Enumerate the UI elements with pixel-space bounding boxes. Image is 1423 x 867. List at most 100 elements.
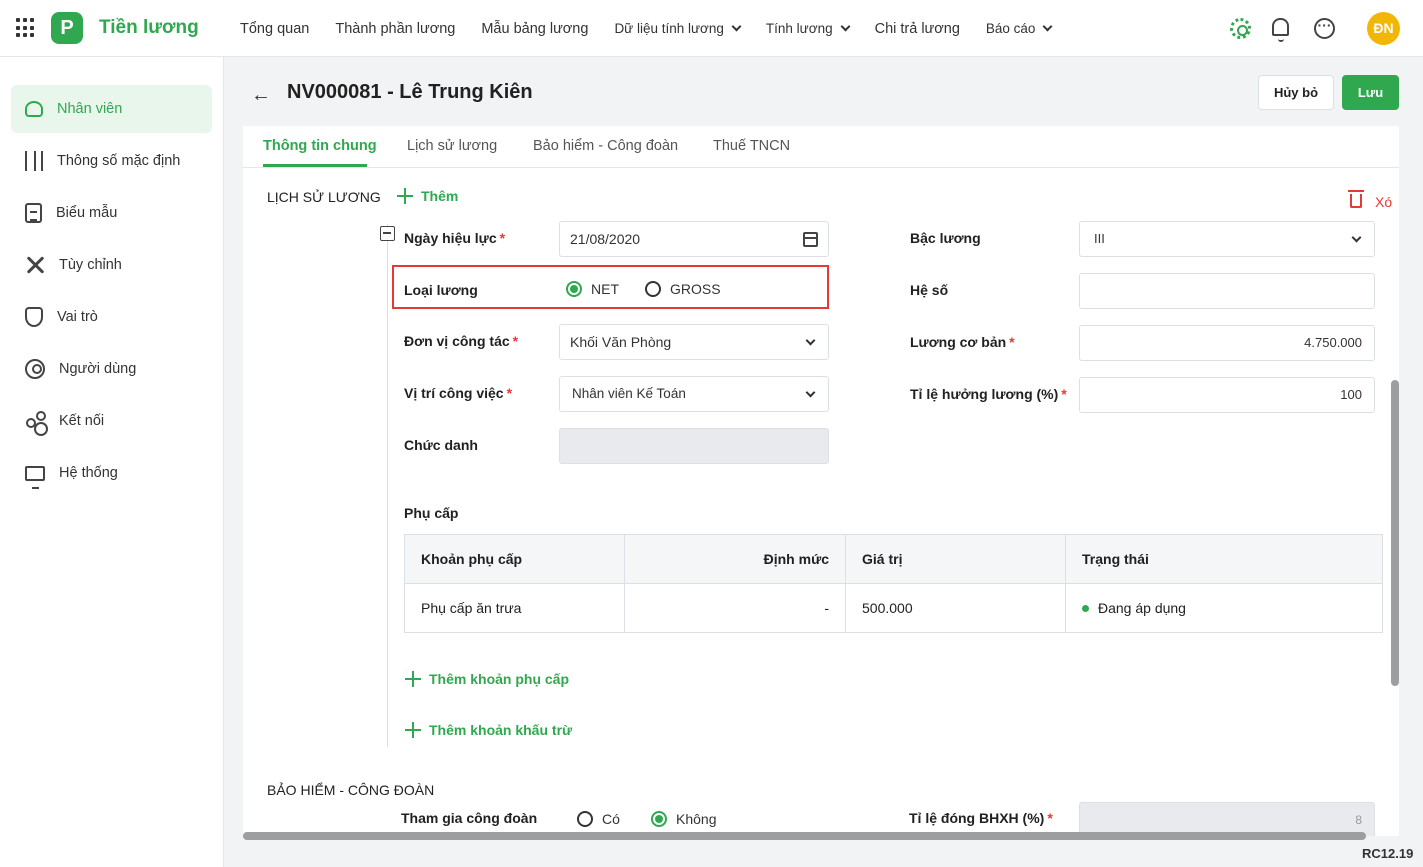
trash-icon[interactable] (1348, 190, 1364, 208)
sidebar: Nhân viên Thông số mặc định Biểu mẫu Tùy… (0, 57, 224, 867)
base-salary-input[interactable]: 4.750.000 (1079, 325, 1375, 361)
salary-history-section-title: LỊCH SỬ LƯƠNG (267, 189, 381, 205)
nav-reports[interactable]: Báo cáo (986, 21, 1053, 36)
user-avatar[interactable]: ĐN (1367, 12, 1400, 45)
tab-bar: Thông tin chung Lịch sử lương Bảo hiểm -… (243, 126, 1399, 168)
work-unit-select[interactable]: Khối Văn Phòng (559, 324, 829, 360)
chevron-down-icon (805, 387, 816, 398)
chevron-down-icon (1351, 232, 1362, 243)
add-allowance-button[interactable]: Thêm khoản phụ cấp (405, 671, 569, 687)
notification-bell-icon[interactable] (1272, 18, 1289, 42)
tab-insurance-union[interactable]: Bảo hiểm - Công đoàn (533, 138, 678, 154)
base-salary-label: Lương cơ bản * (910, 334, 1015, 350)
app-grid-icon[interactable] (16, 18, 36, 38)
radio-unchecked-icon (577, 811, 593, 827)
tab-salary-history[interactable]: Lịch sử lương (407, 138, 497, 154)
salary-grade-select[interactable]: III (1079, 221, 1375, 257)
tab-general-info[interactable]: Thông tin chung (263, 138, 377, 154)
sidebar-item-system[interactable]: Hệ thống (11, 449, 212, 497)
salary-grade-label: Bậc lương (910, 230, 981, 246)
chevron-down-icon (1043, 21, 1053, 32)
allowance-value-cell: 500.000 (845, 583, 1066, 633)
app-name[interactable]: Tiền lương (99, 17, 199, 39)
effective-date-field[interactable]: 21/08/2020 (559, 221, 829, 257)
user-icon (25, 359, 45, 379)
vertical-scrollbar[interactable] (1391, 380, 1399, 686)
main-nav: Tổng quan Thành phần lương Mẫu bảng lươn… (240, 0, 1077, 57)
monitor-icon (25, 465, 45, 489)
nav-calculate-salary[interactable]: Tính lương (766, 21, 851, 36)
share-icon (25, 411, 46, 431)
nav-overview[interactable]: Tổng quan (240, 21, 309, 37)
tab-personal-income-tax[interactable]: Thuế TNCN (713, 138, 790, 154)
tools-icon (25, 255, 45, 275)
save-button[interactable]: Lưu (1342, 75, 1399, 110)
table-header-row: Khoản phụ cấp Định mức Giá trị Trạng thá… (404, 534, 1383, 584)
delete-button-label[interactable]: Xó (1375, 194, 1392, 210)
table-row[interactable]: Phụ cấp ăn trưa - 500.000 Đang áp dụng (404, 583, 1383, 633)
collapse-minus-icon[interactable] (380, 226, 395, 241)
plus-icon (405, 671, 421, 687)
salary-type-net-radio[interactable]: NET (566, 281, 619, 297)
settings-gear-icon[interactable] (1230, 18, 1251, 39)
sidebar-item-forms[interactable]: Biểu mẫu (11, 189, 212, 237)
nav-salary-templates[interactable]: Mẫu bảng lương (481, 21, 588, 37)
sliders-icon (25, 151, 43, 171)
calendar-icon[interactable] (803, 232, 818, 247)
salary-type-gross-radio[interactable]: GROSS (645, 281, 721, 297)
sidebar-item-employees[interactable]: Nhân viên (11, 85, 212, 133)
shield-icon (25, 307, 43, 327)
sidebar-item-customize[interactable]: Tùy chỉnh (11, 241, 212, 289)
top-navbar: P Tiền lương Tổng quan Thành phần lương … (0, 0, 1423, 57)
sidebar-item-roles[interactable]: Vai trò (11, 293, 212, 341)
work-unit-label: Đơn vị công tác * (404, 333, 519, 349)
coefficient-label: Hệ số (910, 282, 949, 298)
employee-detail-card: Thông tin chung Lịch sử lương Bảo hiểm -… (243, 126, 1399, 836)
sidebar-item-label: Vai trò (57, 309, 98, 325)
union-no-radio[interactable]: Không (651, 811, 716, 827)
column-header: Khoản phụ cấp (404, 534, 625, 584)
column-header: Định mức (624, 534, 846, 584)
add-deduction-button[interactable]: Thêm khoản khấu trừ (405, 722, 572, 738)
bhxh-rate-label: Tỉ lệ đóng BHXH (%) * (909, 810, 1053, 826)
more-options-icon[interactable]: ··· (1314, 18, 1335, 39)
allowance-norm-cell: - (624, 583, 846, 633)
add-salary-history-button[interactable]: Thêm (397, 188, 458, 204)
nav-salary-payment[interactable]: Chi trả lương (875, 21, 960, 37)
chevron-down-icon (731, 21, 742, 32)
cancel-button[interactable]: Hủy bỏ (1258, 75, 1334, 110)
group-divider-line (387, 224, 388, 747)
app-logo[interactable]: P (51, 12, 83, 44)
allowance-status-cell: Đang áp dụng (1065, 583, 1383, 633)
sidebar-item-label: Tùy chỉnh (59, 257, 122, 273)
nav-salary-data[interactable]: Dữ liệu tính lương (614, 21, 742, 36)
sidebar-item-label: Người dùng (59, 361, 137, 377)
allowance-table: Khoản phụ cấp Định mức Giá trị Trạng thá… (404, 534, 1383, 633)
sidebar-item-users[interactable]: Người dùng (11, 345, 212, 393)
salary-rate-input[interactable]: 100 (1079, 377, 1375, 413)
job-position-label: Vị trí công việc * (404, 385, 513, 401)
sidebar-item-label: Thông số mặc định (57, 153, 181, 169)
horizontal-scrollbar[interactable] (243, 832, 1366, 840)
radio-checked-icon (651, 811, 667, 827)
plus-icon (397, 188, 413, 204)
people-icon (25, 101, 43, 117)
effective-date-label: Ngày hiệu lực * (404, 230, 506, 246)
column-header: Giá trị (845, 534, 1066, 584)
salary-rate-label: Tỉ lệ hưởng lương (%) * (910, 386, 1067, 402)
sidebar-item-label: Kết nối (59, 413, 105, 429)
active-tab-indicator (263, 164, 367, 167)
coefficient-input[interactable] (1079, 273, 1375, 309)
sidebar-item-connections[interactable]: Kết nối (11, 397, 212, 445)
plus-icon (405, 722, 421, 738)
sidebar-item-default-params[interactable]: Thông số mặc định (11, 137, 212, 185)
union-yes-radio[interactable]: Có (577, 811, 620, 827)
nav-salary-components[interactable]: Thành phần lương (335, 21, 455, 37)
job-position-select[interactable]: Nhân viên Kế Toán (559, 376, 829, 412)
sidebar-item-label: Hệ thống (59, 465, 118, 481)
version-label: RC12.19 (1362, 846, 1414, 861)
chevron-down-icon (805, 335, 816, 346)
column-header: Trạng thái (1065, 534, 1383, 584)
allowance-name-cell: Phụ cấp ăn trưa (404, 583, 625, 633)
back-arrow-icon[interactable]: ← (251, 84, 271, 107)
